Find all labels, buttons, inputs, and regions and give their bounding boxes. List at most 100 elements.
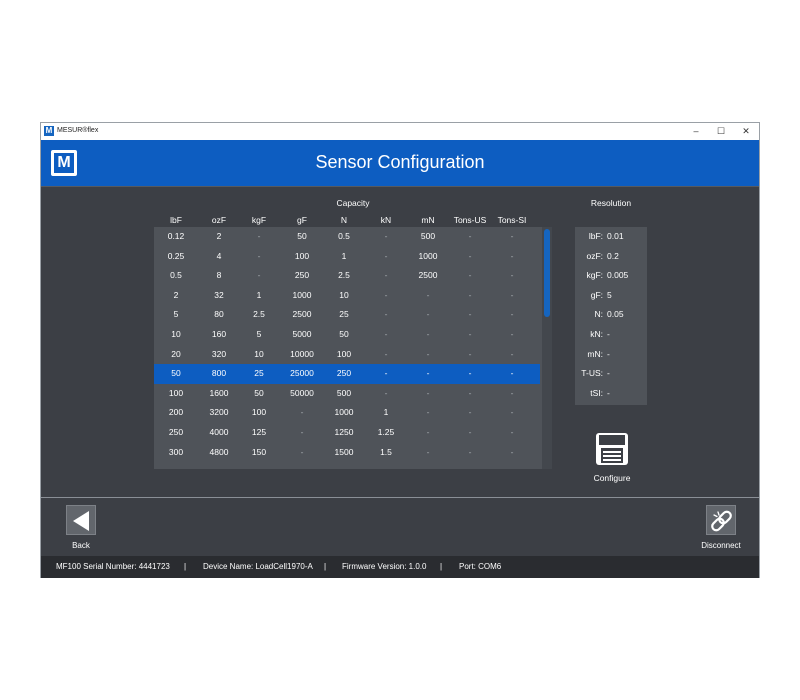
maximize-button[interactable]: ☐ <box>712 125 730 137</box>
resolution-row: kN: - <box>575 325 647 345</box>
table-cell: 50 <box>254 387 264 398</box>
table-cell: 20 <box>171 348 181 359</box>
app-icon: M <box>44 126 54 136</box>
table-cell: - <box>510 348 514 359</box>
title-bar: M MESUR®flex – ☐ ✕ <box>41 123 759 140</box>
table-cell: 4000 <box>209 427 229 437</box>
configure-label: Configure <box>593 473 631 483</box>
resolution-row: lbF: 0.01 <box>575 227 647 247</box>
table-cell: 1000 <box>418 250 438 261</box>
table-cell: - <box>300 446 304 457</box>
column-header: kgF <box>251 215 267 225</box>
table-cell: 50 <box>171 368 181 379</box>
capacity-table[interactable]: 0.12 2-50 0.5-500- -0.25 4-100 1-1000- -0.5 8-2… <box>154 227 552 469</box>
firmware-version: Firmware Version: 1.0.0 <box>342 562 427 571</box>
table-row[interactable]: 2 32 1 1000 10 - - - - <box>154 286 540 306</box>
table-row[interactable]: 0.12 2 - 50 0.5 - 500 - - <box>154 227 540 247</box>
table-cell: 0.5 <box>338 231 350 241</box>
column-header: kN <box>380 215 392 225</box>
status-separator: | <box>324 562 327 571</box>
table-cell: 1000 <box>334 407 354 418</box>
table-cell: 3200 <box>209 407 229 418</box>
table-cell: 250 <box>336 368 352 379</box>
resolution-unit-label: ozF: <box>586 250 603 261</box>
port: Port: COM6 <box>459 562 502 571</box>
table-cell: - <box>510 289 514 300</box>
resolution-value: 5 <box>607 289 612 300</box>
table-cell: 25 <box>339 309 349 320</box>
status-separator: | <box>184 562 187 571</box>
table-cell: 320 <box>211 348 227 359</box>
resolution-row: N: 0.05 <box>575 305 647 325</box>
table-cell: 2500 <box>418 270 438 281</box>
table-row[interactable]: 200 3200 100 - 1000 1 - - - <box>154 403 540 423</box>
table-scrollbar[interactable] <box>542 227 552 469</box>
table-cell: - <box>384 348 388 359</box>
table-cell: - <box>510 446 514 457</box>
table-cell: 2500 <box>292 309 312 320</box>
resolution-row: mN: - <box>575 345 647 365</box>
back-button[interactable] <box>66 505 96 535</box>
column-header: gF <box>297 215 307 225</box>
table-row[interactable]: 250 4000 125 - 1250 1.25 - - - <box>154 423 540 443</box>
table-cell: 2 <box>216 231 222 241</box>
resolution-value: - <box>607 368 610 379</box>
table-cell: 100 <box>294 250 310 261</box>
back-label: Back <box>72 541 90 550</box>
table-row[interactable]: 100 1600 50 50000 500 - - - - <box>154 384 540 404</box>
table-cell: - <box>384 368 388 379</box>
table-cell: - <box>426 446 430 457</box>
table-cell: - <box>468 427 472 437</box>
table-row[interactable]: 20 320 10 10000 100 - - - - <box>154 345 540 365</box>
disconnect-button[interactable] <box>706 505 736 535</box>
table-cell: 1.5 <box>380 446 392 457</box>
table-cell: 4 <box>216 250 222 261</box>
table-cell: - <box>468 231 472 241</box>
resolution-unit-label: N: <box>594 309 604 320</box>
resolution-row: ozF: 0.2 <box>575 247 647 267</box>
table-cell: 5000 <box>292 329 312 339</box>
minimize-button[interactable]: – <box>687 125 705 137</box>
table-row[interactable]: 300 4800 150 - 1500 1.5 - - - <box>154 443 540 463</box>
table-row[interactable]: 10 160 5 5000 50 - - - - <box>154 325 540 345</box>
table-cell: 1600 <box>209 387 229 398</box>
table-cell: 500 <box>420 231 436 241</box>
configure-button[interactable]: Configure <box>589 431 635 487</box>
broken-link-icon <box>711 510 732 532</box>
table-cell: - <box>426 427 430 437</box>
table-cell: - <box>384 289 388 300</box>
capacity-heading: Capacity <box>336 198 370 208</box>
table-row[interactable]: 5 80 2.5 2500 25 - - - - <box>154 305 540 325</box>
resolution-unit-label: lbF: <box>588 231 603 241</box>
column-header: Tons-SI <box>497 215 527 225</box>
table-cell: - <box>510 270 514 281</box>
table-cell: - <box>257 231 261 241</box>
table-cell: 25 <box>254 368 264 379</box>
table-cell: - <box>510 309 514 320</box>
table-cell: 1 <box>383 407 389 418</box>
resolution-row: gF: 5 <box>575 286 647 306</box>
resolution-row: kgF: 0.005 <box>575 266 647 286</box>
table-cell: 1 <box>256 289 262 300</box>
scrollbar-thumb[interactable] <box>544 229 550 317</box>
disconnect-label: Disconnect <box>701 541 741 550</box>
table-cell: 50 <box>297 231 307 241</box>
action-bar: Back Disconnect <box>41 498 759 556</box>
table-row[interactable]: 0.5 8 - 250 2.5 - 2500 - - <box>154 266 540 286</box>
table-cell: 150 <box>251 446 267 457</box>
close-button[interactable]: ✕ <box>737 125 755 137</box>
table-cell: - <box>468 309 472 320</box>
table-cell: - <box>510 231 514 241</box>
resolution-value: 0.005 <box>607 270 629 281</box>
table-cell: - <box>300 427 304 437</box>
app-window: M MESUR®flex – ☐ ✕ M Sensor Configuratio… <box>40 122 760 578</box>
table-row[interactable]: 50 800 25 25000 250 - - - - <box>154 364 540 384</box>
resolution-value: 0.01 <box>607 231 624 241</box>
resolution-heading: Resolution <box>590 198 632 208</box>
table-row[interactable]: 0.25 4 - 100 1 - 1000 - - <box>154 247 540 267</box>
table-cell: 500 <box>336 387 352 398</box>
table-cell: 10000 <box>290 348 314 359</box>
table-cell: 1 <box>341 250 347 261</box>
table-cell: - <box>468 329 472 339</box>
resolution-value: - <box>607 348 610 359</box>
